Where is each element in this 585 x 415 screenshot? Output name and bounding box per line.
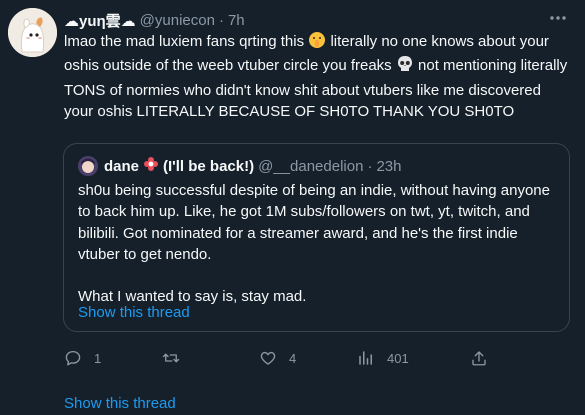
retweet-icon bbox=[162, 353, 180, 363]
quoted-avatar bbox=[78, 156, 98, 176]
views-count: 401 bbox=[387, 350, 409, 366]
like-icon bbox=[260, 351, 276, 365]
tweet-text: lmao the mad luxiem fans qrting this lit… bbox=[64, 31, 574, 122]
like-button[interactable]: 4 bbox=[259, 348, 296, 368]
display-name[interactable]: ☁yuη雲☁ bbox=[64, 10, 136, 31]
reply-count: 1 bbox=[94, 350, 102, 366]
share-button[interactable] bbox=[470, 348, 488, 368]
retweet-button[interactable] bbox=[162, 348, 192, 368]
flower-badge-icon bbox=[143, 156, 159, 176]
quoted-tweet[interactable]: dane (I'll be back!) @__danedelion · 23h… bbox=[63, 143, 570, 332]
more-button[interactable] bbox=[547, 9, 569, 27]
handle[interactable]: @yuniecon bbox=[140, 12, 215, 29]
tweet-header: ☁yuη雲☁ @yuniecon · 7h bbox=[64, 10, 245, 30]
views-icon bbox=[359, 351, 372, 365]
quoted-paragraph-1: sh0u being successful despite of being a… bbox=[78, 182, 550, 263]
share-icon bbox=[472, 351, 486, 366]
avatar[interactable] bbox=[8, 8, 57, 57]
quoted-handle[interactable]: @__danedelion bbox=[258, 158, 363, 175]
quoted-tweet-text: sh0u being successful despite of being a… bbox=[78, 180, 558, 307]
show-thread-link[interactable]: Show this thread bbox=[64, 395, 176, 412]
more-icon bbox=[550, 16, 566, 20]
reply-icon bbox=[65, 350, 81, 366]
shushing-face-emoji-icon bbox=[308, 31, 326, 55]
quoted-name-suffix: (I'll be back!) bbox=[163, 157, 255, 175]
quoted-show-thread-link[interactable]: Show this thread bbox=[78, 304, 190, 321]
reply-button[interactable]: 1 bbox=[64, 348, 101, 368]
skull-emoji-icon bbox=[396, 55, 414, 79]
quoted-timestamp[interactable]: 23h bbox=[376, 158, 401, 175]
timestamp[interactable]: 7h bbox=[228, 12, 245, 29]
quoted-display-name[interactable]: dane bbox=[104, 158, 139, 175]
action-bar: 1 4 401 bbox=[64, 348, 504, 368]
avatar-ghost-image bbox=[8, 8, 57, 57]
separator-dot: · bbox=[218, 11, 224, 29]
quoted-separator-dot: · bbox=[367, 157, 373, 175]
views-button[interactable]: 401 bbox=[357, 348, 409, 368]
like-count: 4 bbox=[289, 350, 297, 366]
quoted-tweet-header: dane (I'll be back!) @__danedelion · 23h bbox=[78, 156, 401, 176]
tweet-text-part1: lmao the mad luxiem fans qrting this bbox=[64, 33, 305, 50]
